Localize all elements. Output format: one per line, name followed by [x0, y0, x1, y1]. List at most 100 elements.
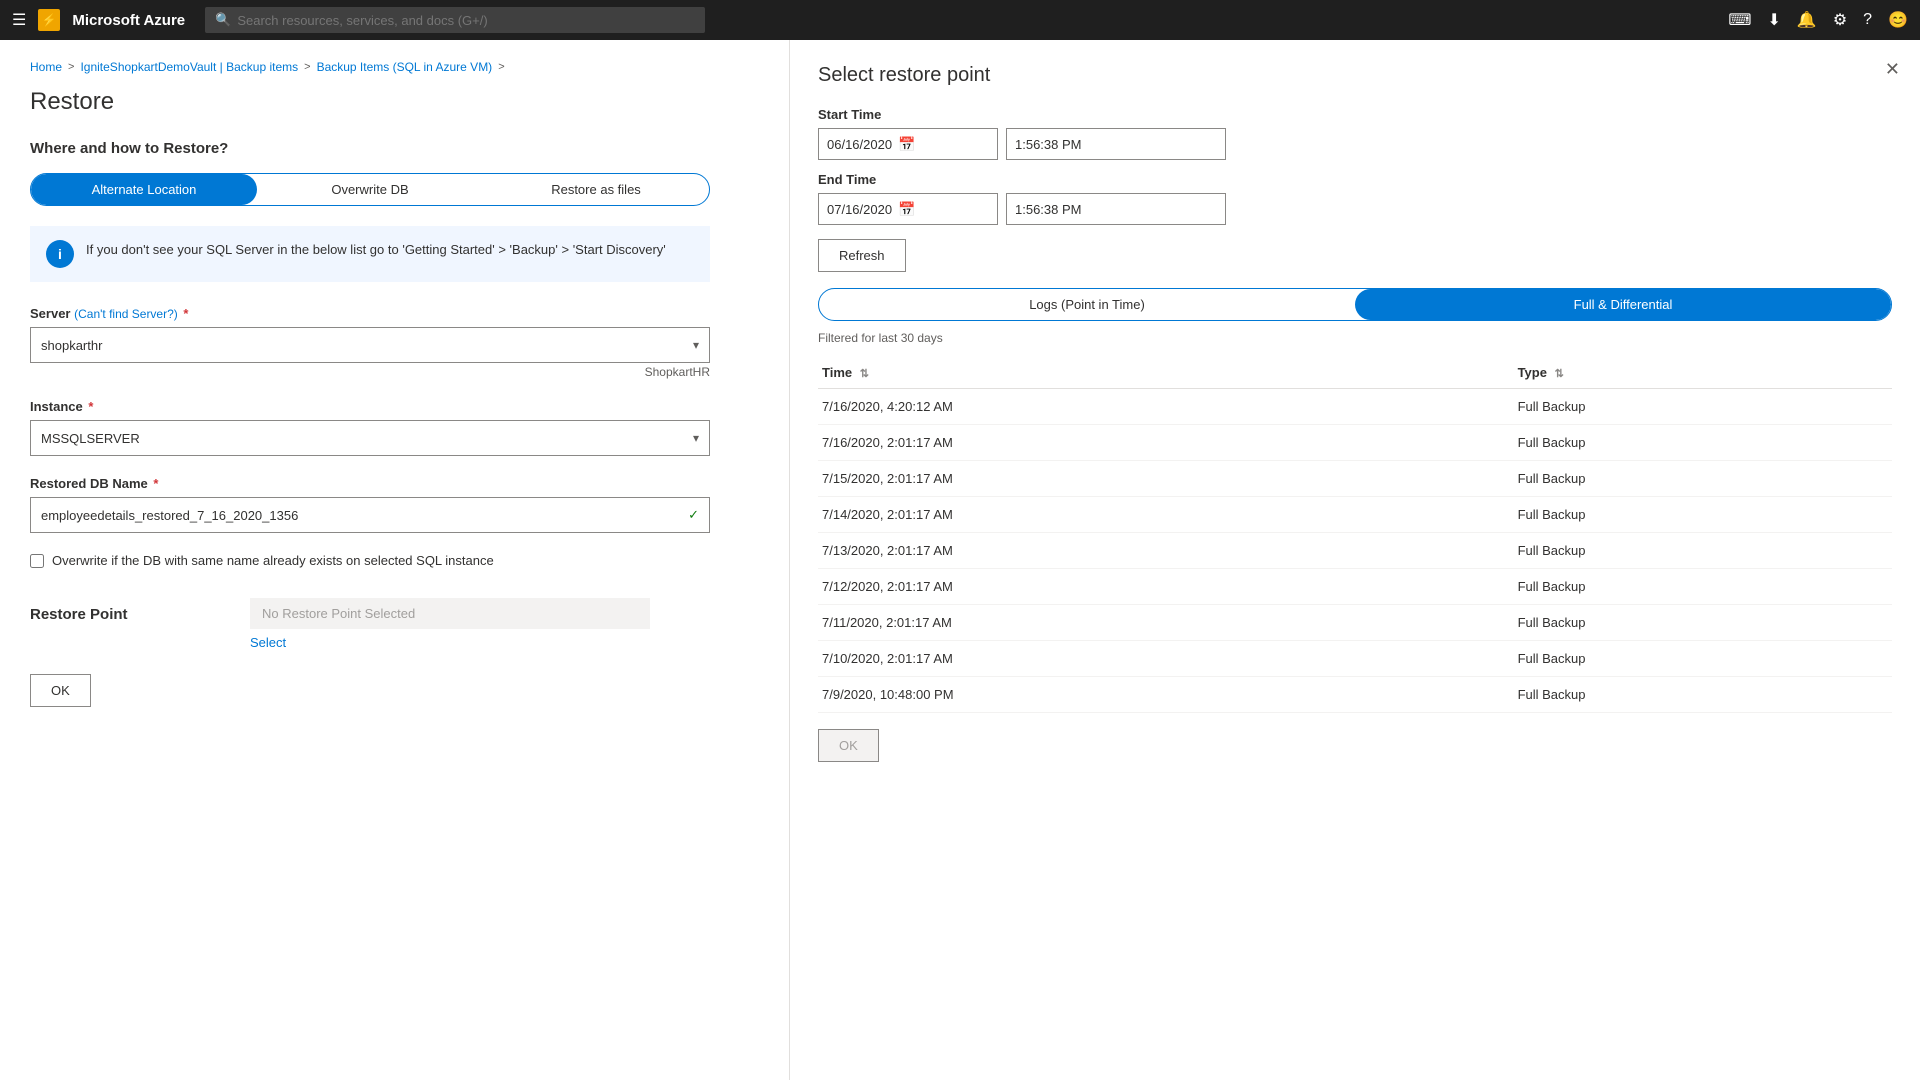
refresh-button[interactable]: Refresh [818, 239, 906, 272]
overwrite-label[interactable]: Overwrite if the DB with same name alrea… [52, 553, 494, 568]
info-box: i If you don't see your SQL Server in th… [30, 226, 710, 282]
restore-point-time: 7/11/2020, 2:01:17 AM [818, 605, 1514, 641]
db-name-field-group: Restored DB Name * employeedetails_resto… [30, 476, 759, 533]
type-sort-icon[interactable]: ⇅ [1555, 367, 1564, 380]
left-panel: Home > IgniteShopkartDemoVault | Backup … [0, 40, 790, 1080]
toggle-alternate-location[interactable]: Alternate Location [31, 174, 257, 205]
time-column-header[interactable]: Time ⇅ [818, 357, 1514, 389]
end-time-value: 1:56:38 PM [1015, 202, 1082, 217]
right-panel: Select restore point ✕ Start Time 06/16/… [790, 40, 1920, 1080]
hamburger-icon[interactable]: ☰ [12, 10, 26, 30]
end-date-input[interactable]: 07/16/2020 📅 [818, 193, 998, 225]
end-time-input[interactable]: 1:56:38 PM [1006, 193, 1226, 225]
end-time-row: 07/16/2020 📅 1:56:38 PM [818, 193, 1892, 225]
restore-point-time: 7/16/2020, 2:01:17 AM [818, 425, 1514, 461]
start-date-input[interactable]: 06/16/2020 📅 [818, 128, 998, 160]
search-icon: 🔍 [215, 12, 231, 28]
restore-point-type: Full Backup [1514, 677, 1892, 713]
filter-text: Filtered for last 30 days [818, 331, 1892, 345]
info-text: If you don't see your SQL Server in the … [86, 240, 666, 260]
search-input[interactable] [237, 13, 695, 28]
db-name-label: Restored DB Name * [30, 476, 759, 491]
toggle-overwrite-db[interactable]: Overwrite DB [257, 174, 483, 205]
nav-bar: ☰ ⚡ Microsoft Azure 🔍 ⌨ ⬇ 🔔 ⚙ ? 😊 [0, 0, 1920, 40]
restore-point-time: 7/13/2020, 2:01:17 AM [818, 533, 1514, 569]
restore-point-type: Full Backup [1514, 641, 1892, 677]
download-icon[interactable]: ⬇ [1768, 10, 1781, 30]
restore-point-time: 7/14/2020, 2:01:17 AM [818, 497, 1514, 533]
close-button[interactable]: ✕ [1885, 60, 1900, 78]
restore-point-value: Select [250, 598, 759, 650]
db-name-value: employeedetails_restored_7_16_2020_1356 [41, 508, 298, 523]
breadcrumb-sep-3: > [498, 61, 504, 73]
server-label: Server (Can't find Server?) * [30, 306, 759, 321]
help-icon[interactable]: ? [1863, 11, 1872, 29]
restore-point-type: Full Backup [1514, 461, 1892, 497]
end-calendar-icon[interactable]: 📅 [898, 201, 915, 218]
server-note[interactable]: (Can't find Server?) [74, 307, 178, 321]
table-row[interactable]: 7/10/2020, 2:01:17 AMFull Backup [818, 641, 1892, 677]
restore-type-toggle: Alternate Location Overwrite DB Restore … [30, 173, 710, 206]
server-field-group: Server (Can't find Server?) * shopkarthr… [30, 306, 759, 379]
table-row[interactable]: 7/12/2020, 2:01:17 AMFull Backup [818, 569, 1892, 605]
start-calendar-icon[interactable]: 📅 [898, 136, 915, 153]
overwrite-checkbox-row: Overwrite if the DB with same name alrea… [30, 553, 710, 568]
db-name-input[interactable]: employeedetails_restored_7_16_2020_1356 … [30, 497, 710, 533]
panel-ok-button[interactable]: OK [818, 729, 879, 762]
restore-point-time: 7/9/2020, 10:48:00 PM [818, 677, 1514, 713]
restore-ok-button[interactable]: OK [30, 674, 91, 707]
start-date-value: 06/16/2020 [827, 137, 892, 152]
restore-point-type: Full Backup [1514, 569, 1892, 605]
bell-icon[interactable]: 🔔 [1797, 10, 1817, 30]
breadcrumb: Home > IgniteShopkartDemoVault | Backup … [30, 60, 759, 74]
db-name-required: * [153, 476, 158, 491]
restore-point-type: Full Backup [1514, 425, 1892, 461]
settings-icon[interactable]: ⚙ [1833, 10, 1847, 30]
instance-value: MSSQLSERVER [41, 431, 140, 446]
select-restore-point-link[interactable]: Select [250, 635, 286, 650]
restore-point-type: Full Backup [1514, 497, 1892, 533]
page-title: Restore [30, 88, 759, 116]
table-row[interactable]: 7/11/2020, 2:01:17 AMFull Backup [818, 605, 1892, 641]
instance-field-group: Instance * MSSQLSERVER ▾ [30, 399, 759, 456]
server-chevron-icon: ▾ [693, 338, 699, 352]
overwrite-checkbox[interactable] [30, 554, 44, 568]
restore-point-time: 7/15/2020, 2:01:17 AM [818, 461, 1514, 497]
restore-point-type: Full Backup [1514, 605, 1892, 641]
restore-point-time: 7/12/2020, 2:01:17 AM [818, 569, 1514, 605]
restore-point-time: 7/10/2020, 2:01:17 AM [818, 641, 1514, 677]
restore-point-label: Restore Point [30, 598, 230, 623]
type-column-header[interactable]: Type ⇅ [1514, 357, 1892, 389]
table-row[interactable]: 7/14/2020, 2:01:17 AMFull Backup [818, 497, 1892, 533]
breadcrumb-backup-items[interactable]: Backup Items (SQL in Azure VM) [317, 60, 493, 74]
breadcrumb-sep-1: > [68, 61, 74, 73]
table-row[interactable]: 7/13/2020, 2:01:17 AMFull Backup [818, 533, 1892, 569]
table-row[interactable]: 7/16/2020, 2:01:17 AMFull Backup [818, 425, 1892, 461]
server-select[interactable]: shopkarthr ▾ [30, 327, 710, 363]
panel-title: Select restore point [818, 64, 1892, 87]
start-time-row: 06/16/2020 📅 1:56:38 PM [818, 128, 1892, 160]
toggle-restore-as-files[interactable]: Restore as files [483, 174, 709, 205]
restore-point-row: Restore Point Select [30, 598, 759, 650]
restore-points-table: Time ⇅ Type ⇅ 7/16/2020, 4:20:12 AMFull … [818, 357, 1892, 713]
azure-icon: ⚡ [38, 9, 60, 31]
table-row[interactable]: 7/15/2020, 2:01:17 AMFull Backup [818, 461, 1892, 497]
breadcrumb-sep-2: > [304, 61, 310, 73]
instance-select[interactable]: MSSQLSERVER ▾ [30, 420, 710, 456]
cloud-shell-icon[interactable]: ⌨ [1728, 10, 1751, 30]
nav-icons: ⌨ ⬇ 🔔 ⚙ ? 😊 [1728, 10, 1908, 30]
table-row[interactable]: 7/9/2020, 10:48:00 PMFull Backup [818, 677, 1892, 713]
time-sort-icon[interactable]: ⇅ [860, 367, 869, 380]
instance-chevron-icon: ▾ [693, 431, 699, 445]
breadcrumb-home[interactable]: Home [30, 60, 62, 74]
breadcrumb-vault[interactable]: IgniteShopkartDemoVault | Backup items [80, 60, 298, 74]
toggle-logs-point-in-time[interactable]: Logs (Point in Time) [819, 289, 1355, 320]
toggle-full-differential[interactable]: Full & Differential [1355, 289, 1891, 320]
restore-point-time: 7/16/2020, 4:20:12 AM [818, 389, 1514, 425]
instance-label: Instance * [30, 399, 759, 414]
info-icon: i [46, 240, 74, 268]
search-box[interactable]: 🔍 [205, 7, 705, 33]
start-time-input[interactable]: 1:56:38 PM [1006, 128, 1226, 160]
account-icon[interactable]: 😊 [1888, 10, 1908, 30]
table-row[interactable]: 7/16/2020, 4:20:12 AMFull Backup [818, 389, 1892, 425]
